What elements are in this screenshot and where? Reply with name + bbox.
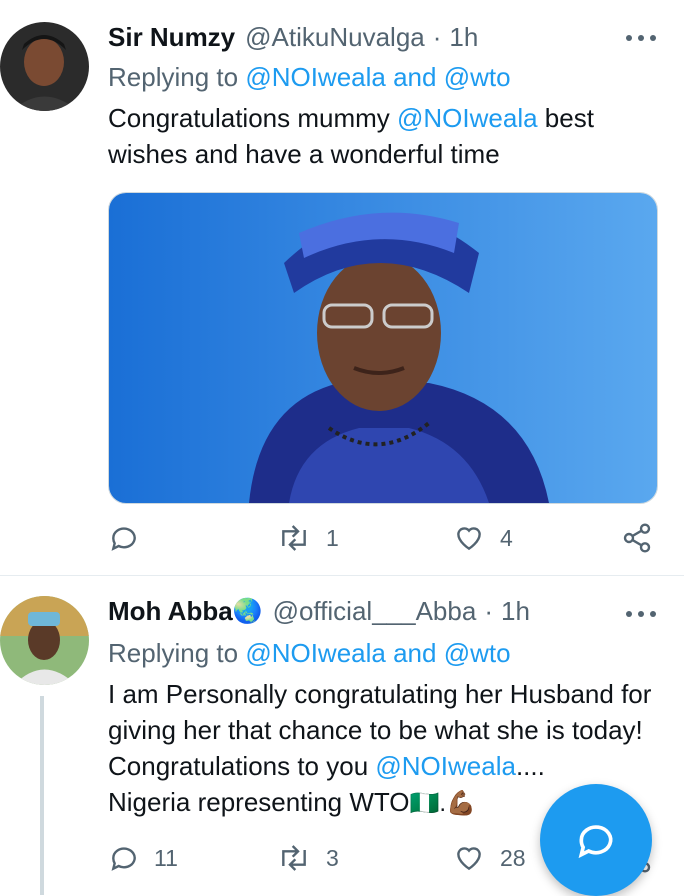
like-button[interactable]: 28 — [452, 842, 526, 874]
mention-link[interactable]: @NOIweala — [375, 751, 516, 781]
like-button[interactable]: 4 — [452, 522, 513, 554]
replying-mentions[interactable]: @NOIweala and @wto — [245, 62, 510, 92]
avatar[interactable] — [0, 22, 89, 111]
tweet-text: Congratulations mummy @NOIweala best wis… — [108, 100, 668, 172]
replying-to: Replying to @NOIweala and @wto — [108, 638, 511, 669]
share-icon — [623, 523, 651, 553]
replying-prefix: Replying to — [108, 62, 239, 92]
tweet-1[interactable]: Sir Numzy @AtikuNuvalga · 1h Replying to… — [0, 0, 684, 575]
replying-to: Replying to @NOIweala and @wto — [108, 62, 511, 93]
compose-reply-icon — [578, 825, 613, 859]
heart-icon — [457, 527, 481, 551]
text-part: .... — [515, 751, 545, 781]
handle[interactable]: @AtikuNuvalga — [245, 22, 425, 53]
retweet-button[interactable]: 3 — [276, 842, 339, 874]
text-part: Nigeria representing WTO — [108, 787, 410, 817]
replying-prefix: Replying to — [108, 638, 239, 668]
display-name[interactable]: Sir Numzy — [108, 22, 235, 53]
tweet-image[interactable] — [108, 192, 658, 504]
avatar[interactable] — [0, 596, 89, 685]
flag-emoji: 🇳🇬.💪🏾 — [409, 790, 476, 817]
separator-dot: · — [432, 22, 442, 52]
display-name[interactable]: Moh Abba — [108, 596, 233, 627]
retweet-button[interactable]: 1 — [276, 522, 339, 554]
share-button[interactable] — [620, 522, 654, 554]
more-options-icon[interactable] — [626, 608, 656, 620]
separator-dot: · — [484, 596, 493, 626]
replying-mentions[interactable]: @NOIweala and @wto — [245, 638, 510, 668]
reply-count: 11 — [154, 844, 178, 871]
reply-icon — [111, 847, 136, 871]
handle[interactable]: @official___Abba — [273, 596, 477, 627]
heart-icon — [457, 847, 481, 871]
globe-emoji: 🌏 — [232, 598, 263, 625]
reply-button[interactable]: 11 — [108, 842, 178, 874]
retweet-count: 1 — [326, 524, 339, 551]
retweet-icon — [282, 525, 306, 551]
thread-line — [40, 696, 44, 895]
retweet-count: 3 — [326, 844, 339, 871]
tweet-actions: 1 4 — [108, 522, 668, 556]
text-part: Congratulations mummy — [108, 103, 397, 133]
timestamp[interactable]: 1h — [501, 596, 530, 627]
reply-button[interactable] — [108, 522, 154, 554]
more-options-icon[interactable] — [626, 32, 656, 44]
retweet-icon — [282, 845, 306, 871]
timestamp[interactable]: 1h — [449, 22, 478, 53]
like-count: 28 — [500, 844, 526, 871]
reply-icon — [111, 527, 136, 551]
like-count: 4 — [500, 524, 513, 551]
compose-reply-button[interactable] — [540, 784, 652, 896]
mention-link[interactable]: @NOIweala — [397, 103, 538, 133]
